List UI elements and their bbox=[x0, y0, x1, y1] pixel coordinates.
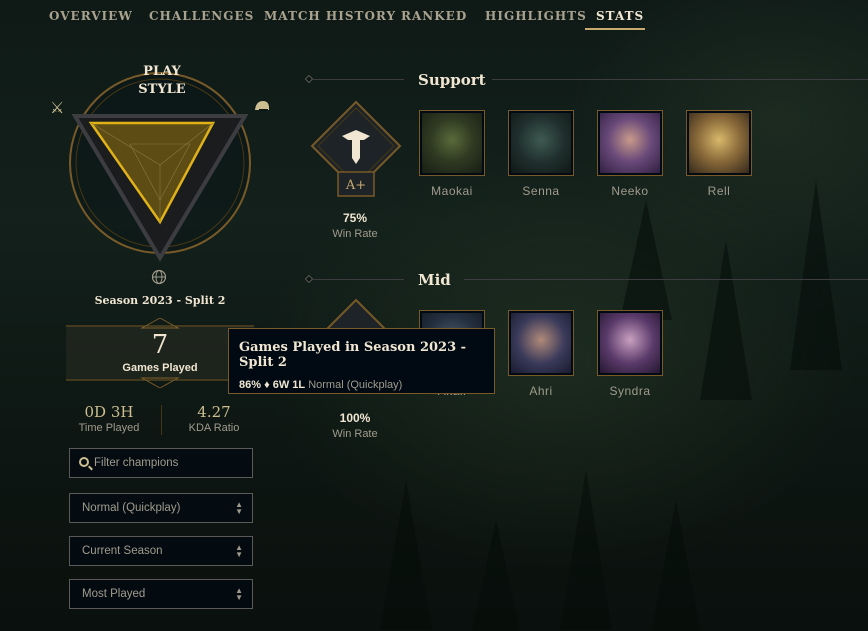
season-select[interactable]: Current Season ▲ ▼ bbox=[69, 536, 253, 566]
champion-card-ahri[interactable]: Ahri bbox=[507, 310, 575, 398]
time-played-value: 0D 3H bbox=[84, 403, 134, 421]
champion-card-rell[interactable]: Rell bbox=[685, 110, 753, 198]
up-down-chevron-icon: ▲ ▼ bbox=[235, 500, 243, 516]
playstyle-title-line2: STYLE bbox=[138, 82, 186, 97]
champion-filter-placeholder: Filter champions bbox=[94, 457, 179, 469]
champion-name: Ahri bbox=[529, 384, 553, 398]
background-tree bbox=[650, 500, 702, 631]
active-tab-indicator bbox=[585, 28, 645, 30]
champion-name: Senna bbox=[522, 184, 560, 198]
mid-win-rate-label: Win Rate bbox=[332, 428, 378, 440]
games-played-tooltip: Games Played in Season 2023 - Split 2 86… bbox=[228, 328, 495, 394]
kda-ratio-value: 4.27 bbox=[197, 403, 231, 421]
background-tree bbox=[470, 520, 522, 631]
season-select-value: Current Season bbox=[82, 545, 163, 557]
globe-icon bbox=[151, 269, 167, 285]
helmet-icon bbox=[253, 98, 271, 119]
section-divider bbox=[312, 79, 404, 80]
background-tree bbox=[620, 200, 672, 320]
tooltip-stats-line: 86% ♦ 6W 1L Normal (Quickplay) bbox=[239, 379, 484, 391]
background-tree bbox=[560, 470, 612, 630]
champion-name: Maokai bbox=[431, 184, 473, 198]
tooltip-title: Games Played in Season 2023 - Split 2 bbox=[239, 340, 467, 370]
champion-card-neeko[interactable]: Neeko bbox=[596, 110, 664, 198]
kda-ratio-label: KDA Ratio bbox=[188, 422, 240, 434]
crossed-swords-icon: ⚔ bbox=[50, 100, 65, 117]
champion-filter-input[interactable]: Filter champions bbox=[69, 448, 253, 478]
playstyle-title: PLAY STYLE bbox=[120, 63, 204, 99]
role-heading-support: Support bbox=[418, 71, 486, 89]
champion-portrait bbox=[597, 310, 663, 376]
profile-nav: OVERVIEW CHALLENGES MATCH HISTORY RANKED… bbox=[0, 0, 868, 32]
background-tree bbox=[380, 480, 432, 630]
background-tree bbox=[790, 180, 842, 370]
queue-select[interactable]: Normal (Quickplay) ▲ ▼ bbox=[69, 493, 253, 523]
sort-select-value: Most Played bbox=[82, 588, 146, 600]
champion-portrait bbox=[508, 310, 574, 376]
champion-portrait bbox=[597, 110, 663, 176]
tab-stats[interactable]: STATS bbox=[596, 9, 644, 23]
tab-match-history[interactable]: MATCH HISTORY bbox=[264, 9, 396, 23]
champion-card-syndra[interactable]: Syndra bbox=[596, 310, 664, 398]
games-played-label: Games Played bbox=[122, 362, 198, 374]
champion-portrait bbox=[686, 110, 752, 176]
queue-select-value: Normal (Quickplay) bbox=[82, 502, 181, 514]
up-down-chevron-icon: ▲ ▼ bbox=[235, 543, 243, 559]
mid-win-rate: 100% bbox=[339, 411, 371, 425]
champion-name: Syndra bbox=[609, 384, 651, 398]
games-played-count: 7 bbox=[151, 330, 169, 360]
section-divider bbox=[312, 279, 404, 280]
tab-overview[interactable]: OVERVIEW bbox=[49, 9, 133, 23]
champion-name: Rell bbox=[707, 184, 731, 198]
sort-select[interactable]: Most Played ▲ ▼ bbox=[69, 579, 253, 609]
playstyle-title-line1: PLAY bbox=[143, 64, 181, 79]
section-divider bbox=[464, 279, 868, 280]
champion-portrait bbox=[508, 110, 574, 176]
up-down-chevron-icon: ▲ ▼ bbox=[235, 586, 243, 602]
champion-name: Neeko bbox=[611, 184, 649, 198]
stat-divider bbox=[161, 405, 162, 435]
background-tree bbox=[700, 240, 752, 400]
tooltip-queue: Normal (Quickplay) bbox=[308, 379, 403, 391]
champion-card-senna[interactable]: Senna bbox=[507, 110, 575, 198]
section-divider bbox=[492, 79, 868, 80]
tooltip-record: 86% ♦ 6W 1L bbox=[239, 379, 306, 391]
tab-challenges[interactable]: CHALLENGES bbox=[149, 9, 254, 23]
role-heading-mid: Mid bbox=[418, 271, 451, 289]
champion-card-maokai[interactable]: Maokai bbox=[418, 110, 486, 198]
support-win-rate-label: Win Rate bbox=[332, 228, 378, 240]
support-grade: A+ bbox=[345, 178, 367, 193]
search-icon bbox=[79, 457, 89, 467]
tab-ranked[interactable]: RANKED bbox=[401, 9, 467, 23]
champion-portrait bbox=[419, 110, 485, 176]
season-label: Season 2023 - Split 2 bbox=[94, 294, 226, 307]
support-win-rate: 75% bbox=[342, 211, 368, 225]
tab-highlights[interactable]: HIGHLIGHTS bbox=[485, 9, 587, 23]
time-played-label: Time Played bbox=[78, 422, 140, 434]
